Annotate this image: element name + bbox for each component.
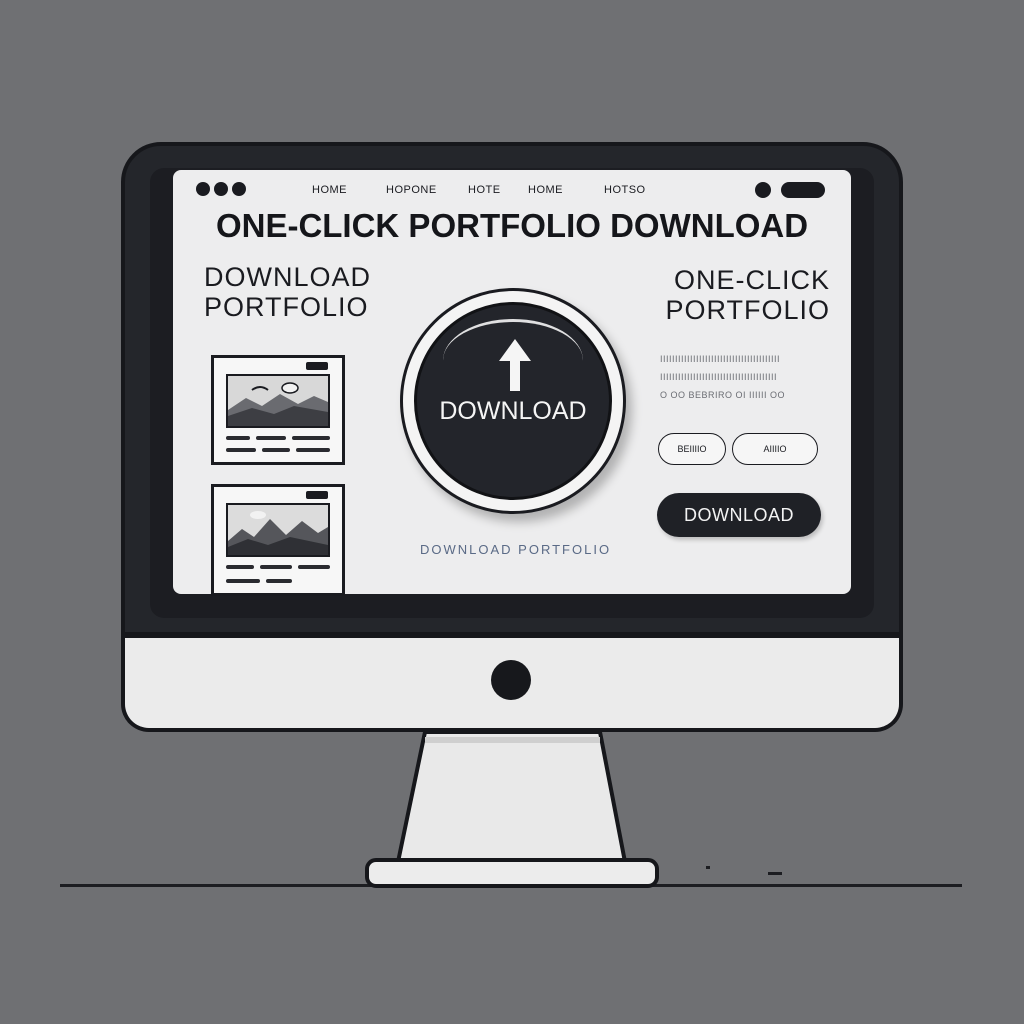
toggle-pill-icon[interactable]	[781, 182, 825, 198]
download-circle-label: DOWNLOAD	[439, 397, 587, 425]
description-text-row: IIIIIIIIIIIIIIIIIIIIIIIIIIIIIIIIIIIIIIII	[660, 354, 781, 364]
thumbnail-text-line	[298, 565, 330, 569]
download-portfolio-caption: DOWNLOAD PORTFOLIO	[420, 542, 612, 557]
thumbnail-text-line	[292, 436, 330, 440]
download-button[interactable]: DOWNLOAD	[657, 493, 821, 537]
thumbnail-text-line	[260, 565, 292, 569]
download-circle-button[interactable]: DOWNLOAD	[414, 302, 612, 500]
right-heading-line: PORTFOLIO	[665, 295, 830, 325]
landscape-image-icon	[226, 374, 330, 428]
nav-item-hotso[interactable]: HOTSO	[604, 184, 646, 196]
right-heading: ONE-CLICK PORTFOLIO	[640, 265, 830, 325]
page-title: ONE-CLICK PORTFOLIO DOWNLOAD	[215, 207, 809, 244]
description-text-row: IIIIIIIIIIIIIIIIIIIIIIIIIIIIIIIIIIIIIII	[660, 372, 778, 382]
right-heading-line: ONE-CLICK	[673, 265, 830, 295]
control-dot-icon[interactable]	[755, 182, 771, 198]
nav-item-home-2[interactable]: HOME	[528, 184, 563, 196]
thumbnail-text-line	[226, 565, 254, 569]
window-dot-icon[interactable]	[214, 182, 228, 196]
portfolio-thumbnail[interactable]	[211, 355, 345, 465]
small-option-button[interactable]: BEIIIIO	[658, 433, 726, 465]
small-option-button[interactable]: AIIIIO	[732, 433, 818, 465]
thumbnail-bar	[306, 362, 328, 370]
nav-item-hote[interactable]: HOTE	[468, 184, 501, 196]
window-controls[interactable]	[755, 180, 827, 200]
power-button-icon[interactable]	[491, 660, 531, 700]
thumbnail-text-line	[296, 448, 330, 452]
thumbnail-text-line	[226, 579, 260, 583]
upload-arrow-icon	[499, 339, 531, 391]
nav-item-home[interactable]: HOME	[312, 184, 347, 196]
nav-item-hopone[interactable]: HOPONE	[386, 184, 437, 196]
thumbnail-text-line	[226, 436, 250, 440]
left-heading: DOWNLOAD PORTFOLIO	[204, 262, 371, 322]
thumbnail-text-line	[266, 579, 292, 583]
window-dot-icon[interactable]	[232, 182, 246, 196]
left-heading-line: DOWNLOAD	[204, 262, 372, 292]
thumbnail-text-line	[256, 436, 286, 440]
portfolio-thumbnail[interactable]	[211, 484, 345, 596]
thumbnail-text-line	[262, 448, 290, 452]
thumbnail-text-line	[226, 448, 256, 452]
chin-divider	[121, 632, 903, 638]
window-dot-icon[interactable]	[196, 182, 210, 196]
thumbnail-bar	[306, 491, 328, 499]
landscape-image-icon	[226, 503, 330, 557]
left-heading-line: PORTFOLIO	[204, 292, 369, 322]
description-text-row: O OO BEBRIRO OI IIIIII OO	[660, 390, 786, 400]
